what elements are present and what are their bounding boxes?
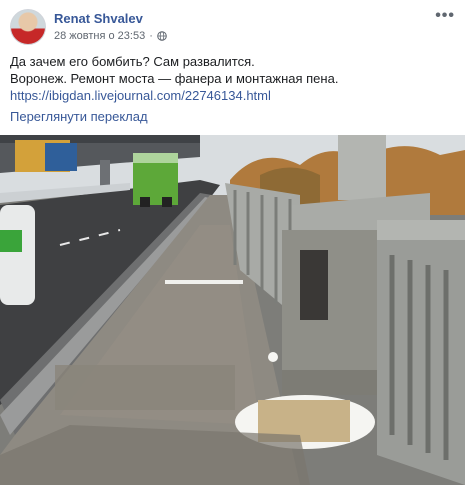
lamp-post — [338, 135, 386, 200]
post-date[interactable]: 28 жовтня о 23:53 — [54, 30, 145, 42]
more-horizontal-icon[interactable]: ••• — [435, 8, 455, 24]
foam-strip — [165, 280, 243, 284]
post-link[interactable]: https://ibigdan.livejournal.com/22746134… — [10, 88, 271, 103]
post-text: Да зачем его бомбить? Сам развалится. Во… — [10, 53, 455, 104]
post-header: Renat Shvalev 28 жовтня о 23:53 · ••• — [10, 8, 455, 47]
post-photo[interactable] — [0, 135, 465, 485]
bridge-sidewalk-photo — [0, 135, 465, 485]
author-name[interactable]: Renat Shvalev — [54, 11, 143, 26]
post-text-line: Да зачем его бомбить? Сам развалится. — [10, 54, 255, 69]
globe-icon — [157, 31, 167, 41]
white-car — [0, 205, 35, 305]
see-translation-link[interactable]: Переглянути переклад — [10, 109, 148, 124]
avatar[interactable] — [10, 9, 46, 45]
post-meta: 28 жовтня о 23:53 · — [54, 30, 167, 42]
post-text-line: Воронеж. Ремонт моста — фанера и монтажн… — [10, 71, 339, 86]
